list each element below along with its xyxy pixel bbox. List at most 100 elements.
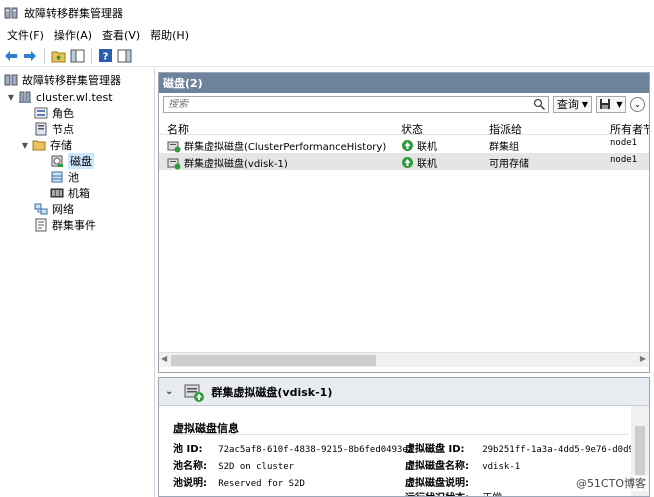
vdisk-id-field: 虚拟磁盘 ID: 29b251ff-1a3a-4dd5-9e76-d0d9b50 [405, 440, 649, 455]
window-title: 故障转移群集管理器 [24, 7, 123, 20]
owner-cell: node1 [610, 138, 638, 148]
status-text: 联机 [417, 142, 437, 153]
column-header-status[interactable]: 状态 [401, 121, 423, 137]
menu-file[interactable]: 文件(F) [4, 27, 51, 43]
toolbar-separator [44, 47, 45, 64]
field-value: 正常 [482, 493, 502, 496]
field-label: 虚拟磁盘名称: [405, 461, 469, 472]
tree-item-roles[interactable]: 角色 [34, 105, 74, 121]
menu-help[interactable]: 帮助(H) [147, 27, 196, 43]
expand-collapse-button[interactable]: ⌄ [630, 96, 645, 112]
vdisk-name-field: 虚拟磁盘名称: vdisk-1 [405, 457, 520, 472]
pool-desc-field: 池说明: Reserved for S2D [173, 474, 305, 489]
tree-label: 角色 [52, 107, 74, 120]
tree-label: 群集事件 [52, 219, 96, 232]
cluster-icon [19, 91, 31, 103]
menu-action[interactable]: 操作(A) [51, 27, 99, 43]
field-value: vdisk-1 [482, 462, 521, 472]
menu-bar: 文件(F) 操作(A) 查看(V) 帮助(H) [0, 26, 654, 44]
horizontal-scrollbar[interactable]: ◀ ▶ [159, 352, 649, 367]
status-cell: 联机 [401, 155, 437, 170]
table-row[interactable]: 群集虚拟磁盘(ClusterPerformanceHistory) 联机 群集组… [159, 136, 649, 153]
query-button[interactable]: 查询 ▼ [552, 95, 592, 113]
storage-folder-icon [32, 140, 46, 151]
collapse-arrow-icon[interactable]: ▼ [20, 141, 30, 150]
disk-icon [51, 155, 63, 167]
scroll-left-icon[interactable]: ◀ [161, 354, 167, 363]
pane-title: 磁盘(2) [159, 73, 649, 93]
svg-text:?: ? [102, 52, 108, 63]
tree-item-enclosures[interactable]: 机箱 [50, 185, 90, 201]
column-header-name[interactable]: 名称 [167, 121, 189, 137]
pool-name-field: 池名称: S2D on cluster [173, 457, 294, 472]
search-input[interactable] [168, 98, 548, 110]
save-icon [600, 99, 611, 109]
field-label: 虚拟磁盘说明: [405, 478, 469, 489]
cluster-manager-icon [4, 74, 18, 86]
table-row[interactable]: 群集虚拟磁盘(vdisk-1) 联机 可用存储 node1 [159, 153, 649, 170]
field-label: 虚拟磁盘 ID: [405, 444, 465, 455]
search-bar: 查询 ▼ ▼ ⌄ [159, 93, 649, 115]
cluster-disk-icon [167, 141, 181, 152]
tree-item-events[interactable]: 群集事件 [34, 217, 96, 233]
back-button[interactable] [2, 47, 20, 65]
scrollbar-thumb[interactable] [171, 355, 376, 366]
field-label: 池 ID: [173, 444, 203, 455]
collapse-chevron-icon[interactable]: ⌄ [165, 386, 173, 397]
disk-name-cell: 群集虚拟磁盘(ClusterPerformanceHistory) [167, 138, 386, 153]
tree-item-networks[interactable]: 网络 [34, 201, 74, 217]
forward-button[interactable] [21, 47, 39, 65]
collapse-arrow-icon[interactable]: ▼ [6, 93, 16, 102]
owner-cell: node1 [610, 155, 638, 165]
toolbar-separator [91, 47, 92, 64]
field-label: 池名称: [173, 461, 207, 472]
column-header-assigned[interactable]: 指派给 [489, 121, 522, 137]
disk-name-cell: 群集虚拟磁盘(vdisk-1) [167, 155, 288, 170]
toolbar: ? [0, 45, 654, 67]
tree-item-cluster[interactable]: ▼ cluster.wl.test [6, 89, 113, 105]
pool-icon [51, 171, 63, 183]
folder-up-icon [51, 51, 65, 62]
console-tree-icon [70, 49, 84, 62]
tree-item-root[interactable]: 故障转移群集管理器 [4, 72, 121, 88]
show-tree-button[interactable] [68, 47, 86, 65]
menu-view[interactable]: 查看(V) [99, 27, 147, 43]
dropdown-arrow-icon: ▼ [581, 99, 588, 109]
nodes-icon [35, 122, 47, 136]
tree-label: 存储 [50, 139, 72, 152]
enclosure-icon [50, 188, 64, 198]
pool-id-field: 池 ID: 72ac5af8-610f-4838-9215-8b6fed0493… [173, 440, 413, 455]
vdisk-desc-field: 虚拟磁盘说明: [405, 474, 479, 489]
online-status-icon [402, 140, 413, 151]
tree-item-storage[interactable]: ▼ 存储 [20, 137, 72, 153]
status-cell: 联机 [401, 138, 437, 153]
column-header-owner[interactable]: 所有者节 [610, 121, 649, 137]
tree-item-pools[interactable]: 池 [50, 169, 79, 185]
tree-item-nodes[interactable]: 节点 [34, 121, 74, 137]
up-folder-button[interactable] [49, 47, 67, 65]
events-icon [35, 218, 47, 232]
field-label: 运行状况状态: [405, 489, 479, 496]
tree-label: cluster.wl.test [36, 90, 113, 104]
tree-label: 故障转移群集管理器 [22, 74, 121, 87]
scroll-right-icon[interactable]: ▶ [640, 354, 646, 363]
detail-header: ⌄ 群集虚拟磁盘(vdisk-1) [159, 378, 649, 406]
tree-item-disks[interactable]: 磁盘 [50, 153, 94, 169]
tree-label: 节点 [52, 123, 74, 136]
chevron-down-icon: ⌄ [634, 99, 641, 109]
tree-label: 池 [68, 171, 79, 184]
network-icon [34, 203, 48, 215]
disk-list: 名称 状态 指派给 所有者节 群集虚拟磁盘(ClusterPerformance… [159, 119, 649, 353]
help-button[interactable]: ? [96, 47, 114, 65]
save-query-button[interactable]: ▼ [596, 95, 626, 113]
detail-title: 群集虚拟磁盘(vdisk-1) [211, 385, 333, 399]
help-icon: ? [98, 49, 112, 63]
action-pane-icon [117, 49, 131, 62]
scrollbar-thumb[interactable] [635, 426, 645, 476]
field-value: S2D on cluster [218, 462, 295, 472]
console-tree: 故障转移群集管理器 ▼ cluster.wl.test 角色 节点 ▼ 存储 磁… [0, 68, 155, 497]
cluster-disk-icon [184, 384, 205, 402]
search-icon[interactable] [533, 98, 546, 111]
disk-name: 群集虚拟磁盘(vdisk-1) [184, 159, 288, 170]
action-pane-button[interactable] [115, 47, 133, 65]
